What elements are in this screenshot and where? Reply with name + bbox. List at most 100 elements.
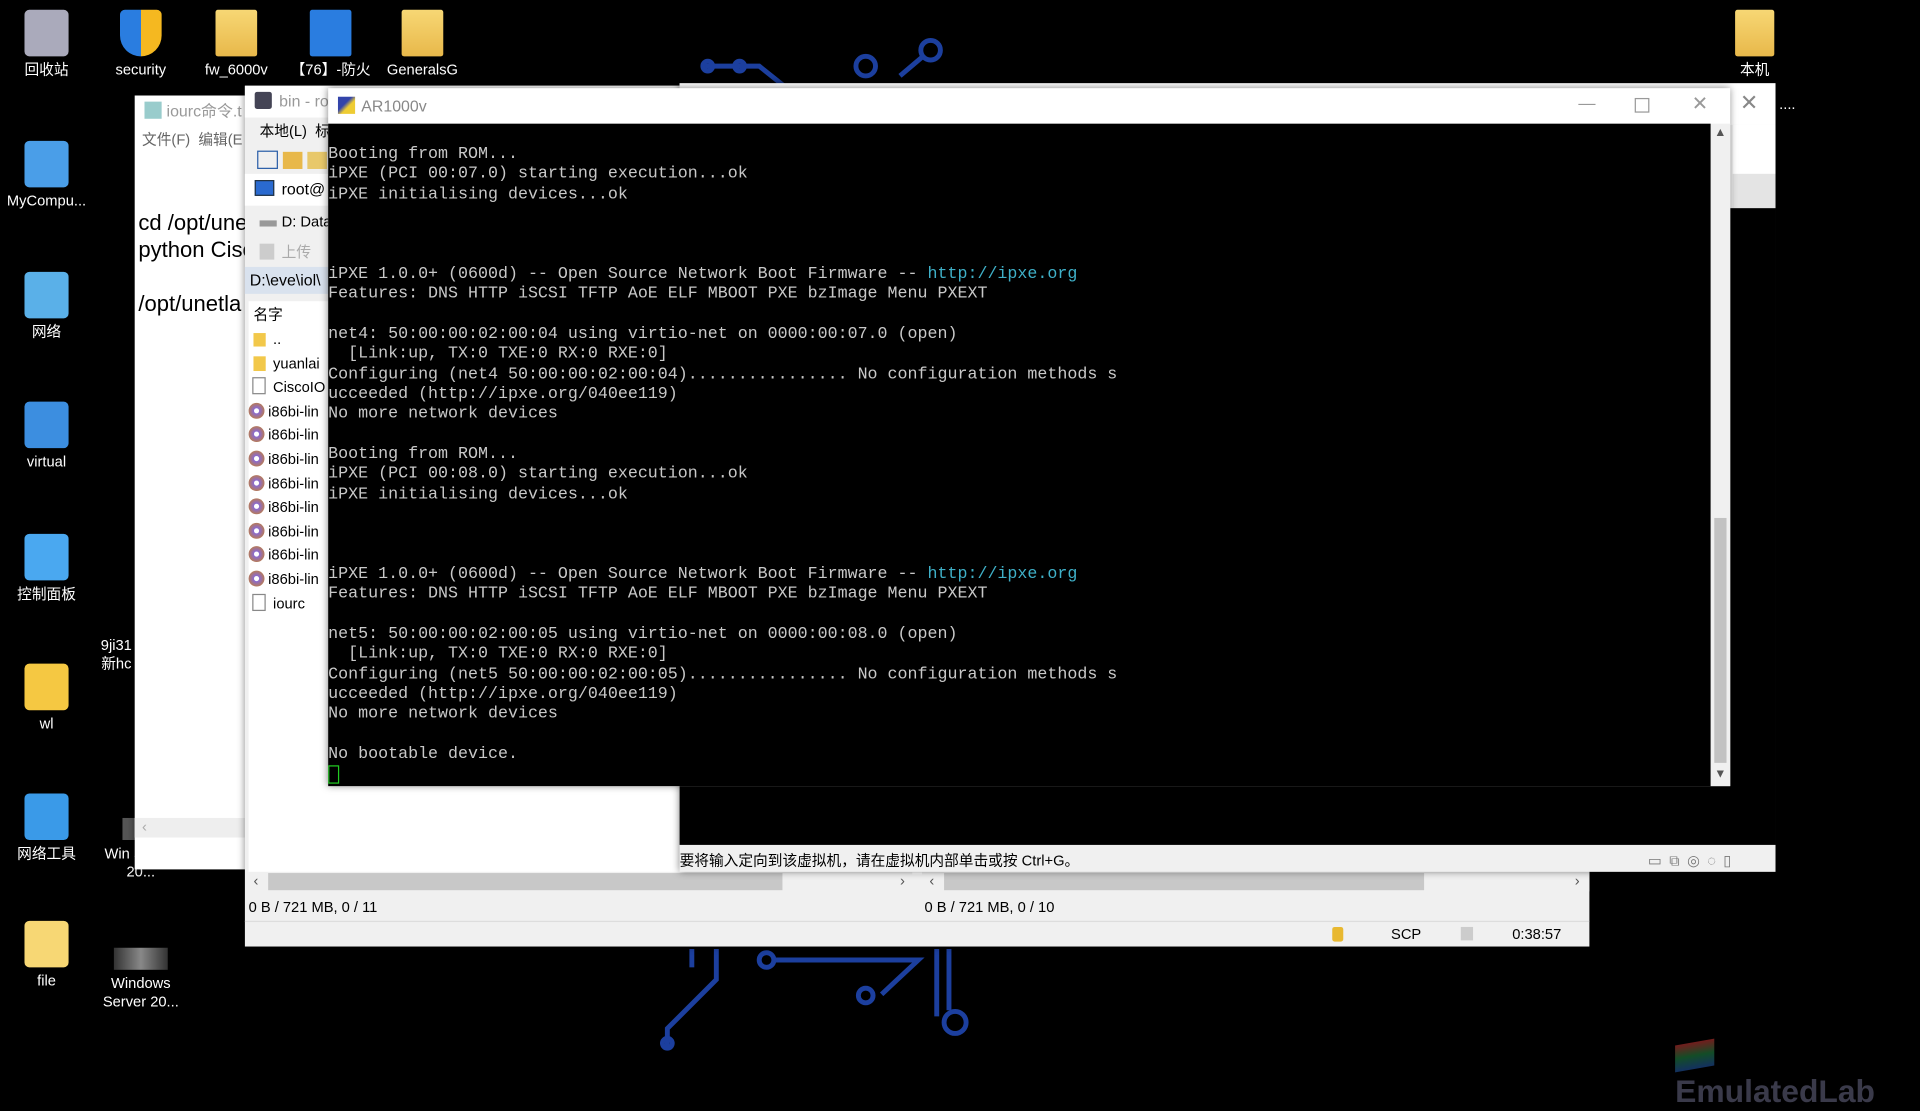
- file-icon: [252, 377, 266, 395]
- terminal-line: Booting from ROM...: [328, 145, 518, 165]
- file-icon: [24, 920, 69, 968]
- folder-icon: [215, 9, 258, 57]
- desktop-icon[interactable]: GeneralsG: [373, 9, 471, 80]
- monitor-icon: [254, 180, 275, 196]
- elapsed-time: 0:38:57: [1512, 925, 1562, 943]
- terminal-line: iPXE (PCI 00:07.0) starting execution...…: [328, 165, 748, 185]
- notepad-titlebar[interactable]: iourc命令.t: [135, 96, 257, 128]
- terminal-line: No more network devices: [328, 705, 558, 724]
- left-hscrollbar[interactable]: ‹ ›: [248, 871, 913, 892]
- terminal-line: Booting from ROM...: [328, 445, 518, 464]
- notepad-scrollbar[interactable]: ‹: [134, 817, 253, 838]
- shield-icon: [120, 9, 162, 57]
- file-explorer-icon: [24, 663, 69, 711]
- right-hscrollbar[interactable]: ‹ ›: [922, 871, 1590, 892]
- terminal-titlebar[interactable]: AR1000v: [328, 88, 1730, 124]
- menu-edit[interactable]: 编辑(E: [198, 131, 242, 148]
- sync-icon[interactable]: [282, 151, 303, 169]
- desktop-icon[interactable]: fw_6000v: [187, 9, 285, 80]
- disc-image-icon: [248, 450, 265, 467]
- terminal-line: [Link:up, TX:0 TXE:0 RX:0 RXE:0]: [328, 345, 668, 365]
- minimize-button[interactable]: —: [1578, 93, 1595, 113]
- terminal-line: iPXE 1.0.0+ (0600d) -- Open Source Netwo…: [328, 265, 1078, 285]
- terminal-line: ucceeded (http://ipxe.org/040ee119): [328, 685, 678, 704]
- scroll-thumb[interactable]: [1714, 517, 1727, 763]
- statusbar: SCP 0:38:57: [244, 920, 1590, 948]
- notepad-menubar: 文件(F) 编辑(E: [135, 127, 257, 151]
- desktop: 回收站 MyCompu... 网络 virtual 控制面板 wl 网络工具 file sec…: [0, 0, 1920, 1109]
- status-left: 0 B / 721 MB, 0 / 11: [248, 898, 378, 916]
- terminal-line: Features: DNS HTTP iSCSI TFTP AoE ELF MB…: [328, 585, 988, 604]
- desktop-icon[interactable]: file: [0, 920, 96, 991]
- encryption-lock-icon: [1332, 926, 1344, 942]
- compare-icon[interactable]: [257, 150, 278, 169]
- network-icon: [24, 271, 69, 319]
- notepad-text-area[interactable]: cd /opt/une python Cisc /opt/unetla: [135, 152, 257, 321]
- close-button[interactable]: ✕: [1692, 92, 1708, 116]
- disc-image-icon: [248, 426, 265, 443]
- disc-image-icon: [248, 402, 265, 419]
- virtual-icon: [24, 401, 69, 449]
- terminal-cursor: [328, 765, 340, 784]
- desktop-icon[interactable]: MyCompu...: [0, 140, 96, 211]
- desktop-icon-this-pc[interactable]: 本机: [1706, 9, 1804, 80]
- terminal-line: Features: DNS HTTP iSCSI TFTP AoE ELF MB…: [328, 285, 988, 305]
- lock-icon: [254, 91, 272, 109]
- watermark-logo: EmulatedLab: [1675, 1035, 1920, 1111]
- scroll-up-icon[interactable]: ▲: [1714, 126, 1726, 139]
- putty-icon: [337, 96, 356, 114]
- notepad-window[interactable]: iourc命令.t 文件(F) 编辑(E cd /opt/une python C…: [134, 95, 258, 870]
- desktop-icon[interactable]: virtual: [0, 401, 96, 472]
- folder-icon: [1735, 9, 1775, 57]
- upload-icon: [259, 243, 275, 260]
- folder-shortcut-icon: [309, 9, 352, 57]
- terminal-output[interactable]: Booting from ROM... iPXE (PCI 00:07.0) s…: [328, 123, 1711, 787]
- status-right: 0 B / 721 MB, 0 / 10: [924, 898, 1055, 916]
- vmware-status-hint: 要将输入定向到该虚拟机，请在虚拟机内部单击或按 Ctrl+G。: [679, 852, 1080, 870]
- scroll-down-icon[interactable]: ▼: [1714, 768, 1726, 781]
- recycle-bin-icon: [24, 9, 69, 57]
- desktop-icon-col2[interactable]: 9ji31 新hc: [92, 637, 141, 674]
- network-tools-icon: [24, 793, 69, 841]
- terminal-line: net5: 50:00:00:02:00:05 using virtio-net…: [328, 625, 958, 644]
- desktop-icon[interactable]: 控制面板: [0, 533, 96, 604]
- disc-image-icon: [248, 546, 265, 563]
- desktop-icon[interactable]: 回收站: [0, 9, 96, 80]
- computer-icon: [24, 140, 69, 188]
- desktop-icon[interactable]: 网络: [0, 271, 96, 342]
- desktop-icon[interactable]: 网络工具: [0, 793, 96, 863]
- menu-local[interactable]: 本地(L): [260, 122, 307, 139]
- maximize-button[interactable]: [1634, 97, 1650, 113]
- menu-file[interactable]: 文件(F): [142, 131, 190, 148]
- terminal-line: iPXE 1.0.0+ (0600d) -- Open Source Netwo…: [328, 565, 1078, 584]
- terminal-line: net4: 50:00:00:02:00:04 using virtio-net…: [328, 325, 958, 345]
- desktop-icon[interactable]: 【76】-防火: [282, 9, 380, 80]
- disc-image-icon: [248, 498, 265, 515]
- terminal-line: iPXE (PCI 00:08.0) starting execution...…: [328, 465, 748, 484]
- terminal-link[interactable]: http://ipxe.org: [928, 266, 1078, 284]
- terminal-line: Configuring (net5 50:00:00:02:00:05)....…: [328, 665, 1118, 684]
- network-icon: [1460, 926, 1474, 941]
- terminal-line: [Link:up, TX:0 TXE:0 RX:0 RXE:0]: [328, 645, 668, 664]
- folder-sync-icon[interactable]: [307, 151, 327, 169]
- terminal-line: No more network devices: [328, 405, 558, 424]
- notepad-icon: [144, 101, 162, 119]
- terminal-line: iPXE initialising devices...ok: [328, 185, 628, 205]
- vmware-device-icons[interactable]: ▭⧉◎◌▯: [1648, 852, 1739, 870]
- vmware-close-icon[interactable]: ✕: [1740, 91, 1758, 117]
- desktop-icon-windows-server[interactable]: Windows Server 20...: [92, 943, 190, 1012]
- disc-image-icon: [248, 522, 265, 539]
- parent-folder-icon: [253, 333, 266, 347]
- desktop-icon[interactable]: wl: [0, 663, 96, 734]
- terminal-scrollbar[interactable]: ▲ ▼: [1710, 123, 1731, 787]
- terminal-link[interactable]: http://ipxe.org: [928, 566, 1078, 584]
- protocol-label: SCP: [1391, 925, 1422, 943]
- terminal-line: ucceeded (http://ipxe.org/040ee119): [328, 385, 678, 405]
- folder-icon: [253, 355, 266, 371]
- drive-icon: [259, 220, 277, 227]
- control-panel-icon: [24, 533, 69, 581]
- terminal-line: iPXE initialising devices...ok: [328, 485, 628, 504]
- disc-image-icon: [248, 570, 265, 587]
- desktop-icon[interactable]: security: [92, 9, 190, 80]
- terminal-line: Configuring (net4 50:00:00:02:00:04)....…: [328, 365, 1118, 385]
